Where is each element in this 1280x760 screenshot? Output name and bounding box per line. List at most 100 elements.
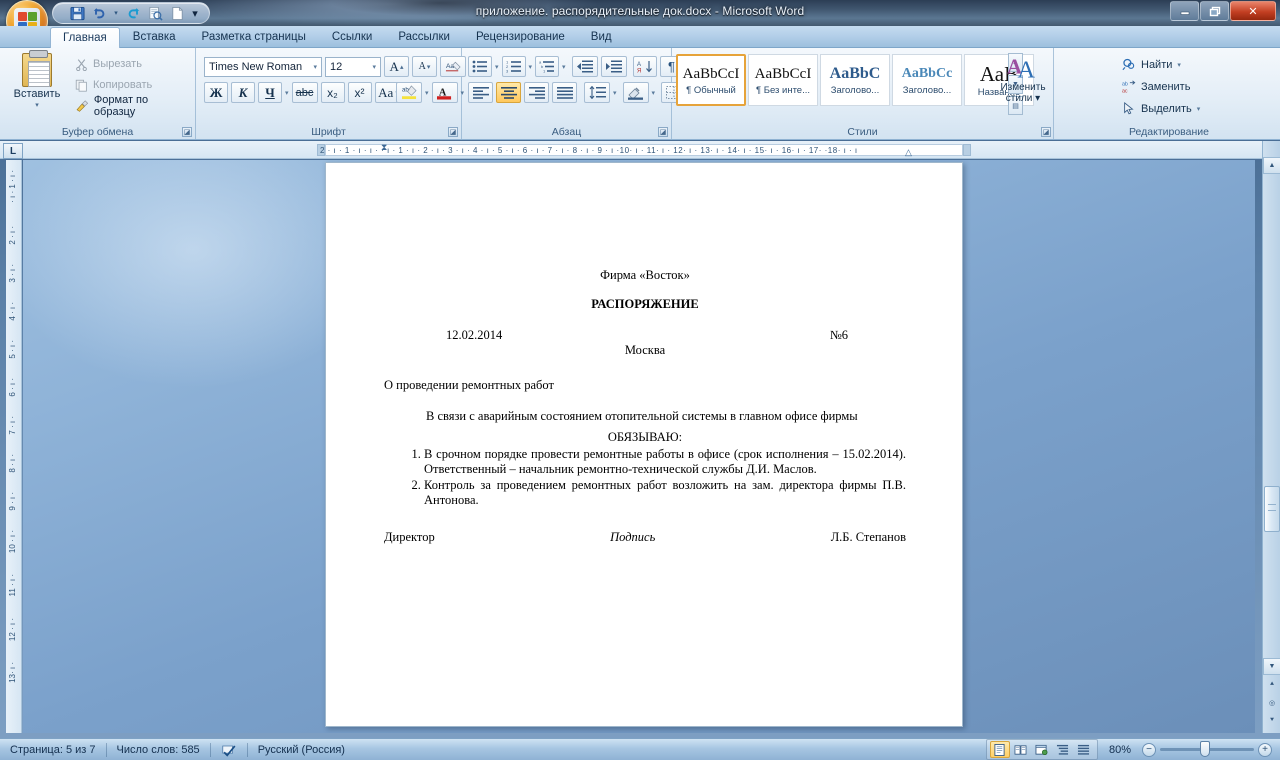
- tab-review[interactable]: Рецензирование: [463, 26, 578, 48]
- underline-caret-icon[interactable]: ▾: [285, 89, 289, 97]
- office-button[interactable]: [6, 0, 48, 26]
- scroll-up-button[interactable]: ▲: [1263, 157, 1280, 174]
- line-spacing-button[interactable]: [584, 82, 610, 103]
- styles-dialog-launcher[interactable]: ◪: [1041, 127, 1051, 137]
- right-indent-marker-icon[interactable]: △: [905, 147, 912, 158]
- subscript-button[interactable]: x₂: [320, 82, 345, 103]
- justify-button[interactable]: [552, 82, 577, 103]
- multilevel-caret-icon[interactable]: ▾: [562, 63, 566, 71]
- cut-button[interactable]: Вырезать: [72, 55, 145, 73]
- paragraph-dialog-launcher[interactable]: ◪: [658, 127, 668, 137]
- word-count-indicator[interactable]: Число слов: 585: [107, 740, 210, 760]
- sort-button[interactable]: A Я: [632, 56, 657, 77]
- vertical-scrollbar[interactable]: ▲ ▼ ⯅ ◎ ⯆: [1262, 141, 1280, 733]
- zoom-out-button[interactable]: −: [1142, 742, 1156, 757]
- text-highlight-button[interactable]: ab: [396, 82, 422, 103]
- vertical-ruler[interactable]: · ı · 1 · ı · 2 · ı · 3 · ı · 4 · ı · 5 …: [6, 160, 22, 733]
- multilevel-list-button[interactable]: a b 1: [535, 56, 560, 77]
- outline-view-button[interactable]: [1053, 741, 1073, 758]
- font-size-combo[interactable]: 12 ▾: [325, 56, 381, 77]
- tab-view[interactable]: Вид: [578, 26, 625, 48]
- font-color-button[interactable]: A: [431, 82, 458, 103]
- paste-button[interactable]: Вставить ▾: [10, 50, 64, 119]
- page-indicator[interactable]: Страница: 5 из 7: [0, 740, 106, 760]
- align-left-button[interactable]: [468, 82, 493, 103]
- next-page-button[interactable]: ⯆: [1263, 712, 1280, 729]
- undo-dropdown-caret-icon[interactable]: ▾: [111, 4, 121, 23]
- tab-page-layout[interactable]: Разметка страницы: [189, 26, 319, 48]
- zoom-in-button[interactable]: +: [1258, 742, 1272, 757]
- font-name-caret-icon[interactable]: ▾: [311, 63, 319, 71]
- copy-button[interactable]: Копировать: [72, 76, 155, 94]
- scroll-thumb[interactable]: [1264, 486, 1280, 532]
- tab-stop-selector[interactable]: L: [3, 143, 23, 159]
- clipboard-dialog-launcher[interactable]: ◪: [182, 127, 192, 137]
- scroll-down-button[interactable]: ▼: [1263, 658, 1280, 675]
- paste-caret-icon[interactable]: ▾: [35, 101, 39, 109]
- shading-button[interactable]: [622, 82, 649, 103]
- select-browse-object-button[interactable]: ◎: [1263, 694, 1280, 711]
- decrease-indent-button[interactable]: [571, 56, 598, 77]
- highlight-caret-icon[interactable]: ▾: [425, 89, 429, 97]
- style-no-spacing[interactable]: AaBbCcI ¶ Без инте...: [748, 54, 818, 106]
- superscript-button[interactable]: x²: [347, 82, 372, 103]
- style-heading-1[interactable]: AaBbC Заголово...: [820, 54, 890, 106]
- zoom-slider[interactable]: − +: [1142, 741, 1272, 757]
- select-caret-icon[interactable]: ▾: [1197, 105, 1201, 113]
- redo-icon[interactable]: [123, 4, 143, 23]
- numbering-button[interactable]: 1 2 3: [501, 56, 526, 77]
- print-layout-view-button[interactable]: [989, 741, 1010, 758]
- tab-home[interactable]: Главная: [50, 27, 120, 49]
- customize-qat-icon[interactable]: ▾: [189, 4, 201, 23]
- zoom-level[interactable]: 80%: [1103, 744, 1137, 756]
- tab-insert[interactable]: Вставка: [120, 26, 189, 48]
- draft-view-button[interactable]: [1074, 741, 1094, 758]
- bullets-button[interactable]: [468, 56, 492, 77]
- style-normal[interactable]: AaBbCcI ¶ Обычный: [676, 54, 746, 106]
- language-indicator[interactable]: Русский (Россия): [248, 740, 355, 760]
- tab-references[interactable]: Ссылки: [319, 26, 386, 48]
- print-preview-icon[interactable]: [145, 4, 165, 23]
- bullets-caret-icon[interactable]: ▾: [495, 63, 499, 71]
- numbering-caret-icon[interactable]: ▾: [529, 63, 533, 71]
- document-page[interactable]: Фирма «Восток» РАСПОРЯЖЕНИЕ 12.02.2014 №…: [325, 162, 963, 727]
- format-painter-button[interactable]: Формат по образцу: [72, 94, 195, 118]
- document-body[interactable]: Фирма «Восток» РАСПОРЯЖЕНИЕ 12.02.2014 №…: [384, 268, 906, 545]
- minimize-button[interactable]: [1170, 1, 1199, 21]
- zoom-track[interactable]: [1160, 741, 1254, 757]
- font-size-caret-icon[interactable]: ▾: [370, 63, 378, 71]
- align-center-button[interactable]: [496, 82, 521, 103]
- replace-button[interactable]: ab ac Заменить: [1122, 77, 1190, 96]
- tab-mailings[interactable]: Рассылки: [385, 26, 463, 48]
- full-screen-reading-button[interactable]: [1011, 741, 1031, 758]
- find-caret-icon[interactable]: ▾: [1177, 61, 1181, 69]
- restore-button[interactable]: [1200, 1, 1229, 21]
- shading-caret-icon[interactable]: ▾: [652, 89, 656, 97]
- italic-button[interactable]: К: [231, 82, 255, 103]
- change-styles-button[interactable]: A A Изменить стили ▾: [995, 54, 1051, 104]
- font-name-combo[interactable]: Times New Roman ▾: [204, 56, 322, 77]
- align-right-button[interactable]: [524, 82, 549, 103]
- select-button[interactable]: Выделить ▾: [1122, 99, 1200, 118]
- grow-font-button[interactable]: A ▴: [384, 56, 409, 77]
- underline-button[interactable]: Ч: [258, 82, 282, 103]
- proofing-status[interactable]: [211, 740, 247, 760]
- line-spacing-caret-icon[interactable]: ▾: [613, 89, 617, 97]
- bold-button[interactable]: Ж: [204, 82, 228, 103]
- undo-icon[interactable]: [89, 4, 109, 23]
- shrink-font-button[interactable]: A ▾: [412, 56, 437, 77]
- close-button[interactable]: ✕: [1230, 1, 1276, 21]
- first-line-indent-marker-icon[interactable]: ⧗: [381, 142, 387, 153]
- horizontal-ruler[interactable]: 2 · ı · 1 · ı · ı · · ı · 1 · ı · 2 · ı …: [0, 141, 1262, 159]
- zoom-thumb[interactable]: [1200, 741, 1210, 757]
- increase-indent-button[interactable]: [600, 56, 627, 77]
- find-button[interactable]: Найти ▾: [1122, 55, 1181, 74]
- document-canvas[interactable]: Фирма «Восток» РАСПОРЯЖЕНИЕ 12.02.2014 №…: [23, 160, 1255, 733]
- new-document-icon[interactable]: [167, 4, 187, 23]
- strikethrough-button[interactable]: abc: [291, 82, 318, 103]
- style-heading-2[interactable]: AaBbCc Заголово...: [892, 54, 962, 106]
- save-icon[interactable]: [67, 4, 87, 23]
- web-layout-view-button[interactable]: [1032, 741, 1052, 758]
- font-dialog-launcher[interactable]: ◪: [448, 127, 458, 137]
- previous-page-button[interactable]: ⯅: [1263, 676, 1280, 693]
